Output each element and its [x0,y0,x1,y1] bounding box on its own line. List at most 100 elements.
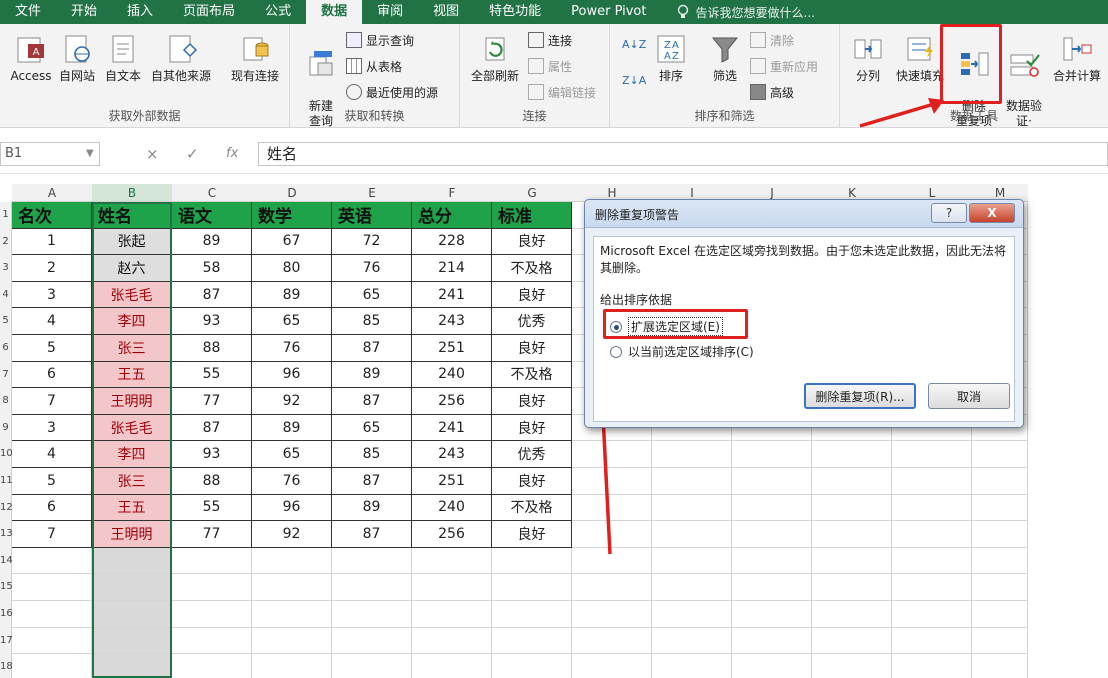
empty-cell[interactable] [812,574,892,601]
empty-cell[interactable] [972,494,1028,522]
column-header-B[interactable]: B [92,184,172,202]
name-box-dropdown-icon[interactable]: ▼ [86,142,94,166]
row-header[interactable]: 6 [0,335,12,362]
empty-cell[interactable] [972,441,1028,468]
tab-page-layout[interactable]: 页面布局 [168,0,250,24]
empty-cell[interactable] [812,441,892,468]
table-cell[interactable]: 240 [412,494,492,522]
edit-links-button[interactable]: 编辑链接 [528,82,596,102]
empty-cell[interactable] [892,521,972,548]
table-cell[interactable]: 77 [172,388,252,415]
column-header-D[interactable]: D [252,184,332,202]
empty-cell[interactable] [172,601,252,628]
table-cell[interactable]: 87 [332,388,412,415]
table-cell[interactable]: 251 [412,335,492,362]
table-header-cell[interactable]: 标准 [492,202,572,229]
table-cell[interactable]: 241 [412,414,492,442]
cancel-button[interactable]: 取消 [928,383,1010,409]
table-cell[interactable]: 良好 [492,521,572,548]
properties-button[interactable]: 属性 [528,56,572,76]
empty-cell[interactable] [812,547,892,575]
row-header[interactable]: 15 [0,574,13,601]
empty-cell[interactable] [572,494,652,522]
table-header-cell[interactable]: 语文 [172,202,252,229]
table-cell[interactable]: 241 [412,281,492,309]
table-cell[interactable]: 55 [172,494,252,522]
empty-cell[interactable] [12,547,92,575]
column-header-F[interactable]: F [412,184,492,202]
empty-cell[interactable] [172,574,252,601]
table-cell[interactable]: 88 [172,335,252,362]
consolidate-button[interactable]: 合并计算 [1046,32,1108,84]
name-cell[interactable]: 张起 [92,228,172,256]
table-cell[interactable]: 96 [252,361,332,389]
table-cell[interactable]: 7 [12,388,92,415]
refresh-all-button[interactable]: 全部刷新 [464,32,526,84]
from-text-button[interactable]: 自文本 [92,32,154,84]
row-header[interactable]: 11 [0,468,13,495]
row-header[interactable]: 18 [0,654,13,678]
empty-cell[interactable] [412,627,492,655]
from-table-button[interactable]: 从表格 [346,56,402,76]
insert-function-icon[interactable]: fx [226,142,238,166]
empty-cell[interactable] [972,547,1028,575]
empty-cell[interactable] [812,654,892,678]
empty-cell[interactable] [812,468,892,495]
row-header[interactable]: 8 [0,388,12,415]
column-header-C[interactable]: C [172,184,252,202]
empty-cell[interactable] [492,547,572,575]
empty-cell[interactable] [972,468,1028,495]
empty-cell[interactable] [652,521,732,548]
column-header-E[interactable]: E [332,184,412,202]
name-cell[interactable]: 张三 [92,468,172,495]
show-queries-button[interactable]: 显示查询 [346,30,414,50]
reapply-button[interactable]: 重新应用 [750,56,818,76]
sort-button[interactable]: ZAAZ 排序 [640,32,702,84]
table-cell[interactable]: 240 [412,361,492,389]
table-cell[interactable]: 3 [12,281,92,309]
empty-cell[interactable] [572,521,652,548]
advanced-filter-button[interactable]: 高级 [750,82,794,102]
empty-cell[interactable] [732,654,812,678]
table-cell[interactable]: 89 [332,361,412,389]
filter-button[interactable]: 筛选 [694,32,756,84]
formula-input[interactable]: 姓名 [258,142,1108,166]
name-cell[interactable]: 赵六 [92,255,172,282]
empty-cell[interactable] [652,601,732,628]
empty-cell[interactable] [412,547,492,575]
table-cell[interactable]: 92 [252,521,332,548]
empty-cell[interactable] [12,601,92,628]
table-cell[interactable]: 87 [332,468,412,495]
name-cell[interactable]: 张三 [92,335,172,362]
empty-cell[interactable] [892,627,972,655]
table-cell[interactable]: 优秀 [492,308,572,335]
empty-cell[interactable] [12,654,92,678]
row-header[interactable]: 17 [0,627,13,655]
table-cell[interactable]: 不及格 [492,361,572,389]
connections-button[interactable]: 连接 [528,30,572,50]
dialog-close-button[interactable]: X [969,203,1015,223]
tell-me-box[interactable]: 告诉我您想要做什么... [676,4,815,21]
empty-cell[interactable] [172,547,252,575]
empty-cell[interactable] [652,574,732,601]
table-cell[interactable]: 76 [252,468,332,495]
current-selection-radio[interactable]: 以当前选定区域排序(C) [610,343,754,360]
empty-cell[interactable] [332,654,412,678]
tab-insert[interactable]: 插入 [112,0,168,24]
empty-cell[interactable] [12,627,92,655]
empty-cell[interactable] [732,601,812,628]
empty-cell[interactable] [492,627,572,655]
empty-cell[interactable] [652,494,732,522]
row-header[interactable]: 10 [0,441,13,468]
table-cell[interactable]: 优秀 [492,441,572,468]
empty-cell[interactable] [892,468,972,495]
empty-cell[interactable] [572,468,652,495]
table-cell[interactable]: 6 [12,361,92,389]
empty-cell[interactable] [572,574,652,601]
table-cell[interactable]: 65 [332,414,412,442]
table-cell[interactable]: 良好 [492,414,572,442]
table-header-cell[interactable]: 数学 [252,202,332,229]
empty-cell[interactable] [972,601,1028,628]
name-cell[interactable]: 张毛毛 [92,414,172,442]
empty-cell[interactable] [652,441,732,468]
